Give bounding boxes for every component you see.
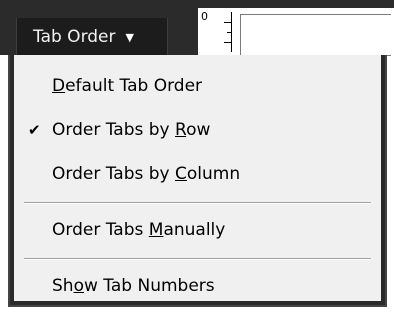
ruler-minor-tick (224, 42, 231, 43)
ruler-tick (231, 12, 232, 52)
menu-item-show-tab-numbers[interactable]: Show Tab Numbers (14, 266, 381, 306)
chevron-down-icon: ▼ (125, 30, 134, 44)
tab-order-button-label: Tab Order (33, 27, 116, 47)
ruler-minor-tick (224, 22, 231, 23)
menu-separator (24, 202, 371, 204)
menu-item-label: Show Tab Numbers (52, 276, 215, 296)
menu-item-label: Order Tabs by Row (52, 120, 211, 140)
tab-order-menu: Default Tab Order ✔ Order Tabs by Row Or… (8, 55, 387, 307)
menu-item-order-tabs-by-column[interactable]: Order Tabs by Column (14, 154, 381, 194)
menu-item-order-tabs-by-row[interactable]: ✔ Order Tabs by Row (14, 110, 381, 150)
menu-separator (24, 258, 371, 260)
menu-panel: Default Tab Order ✔ Order Tabs by Row Or… (14, 55, 381, 301)
menu-item-order-tabs-manually[interactable]: Order Tabs Manually (14, 210, 381, 250)
tab-order-dropdown-button[interactable]: Tab Order ▼ (16, 18, 168, 56)
menu-item-default-tab-order[interactable]: Default Tab Order (14, 66, 381, 106)
checkmark-icon: ✔ (28, 121, 41, 139)
menu-item-label: Default Tab Order (52, 76, 203, 96)
ruler-area: 0 (198, 8, 394, 56)
ruler-minor-tick (227, 32, 231, 33)
toolbar: Tab Order ▼ 0 (0, 0, 394, 56)
menu-item-label: Order Tabs by Column (52, 164, 241, 184)
design-canvas-field[interactable] (240, 14, 391, 56)
menu-item-label: Order Tabs Manually (52, 220, 226, 240)
ruler-value: 0 (201, 10, 208, 23)
